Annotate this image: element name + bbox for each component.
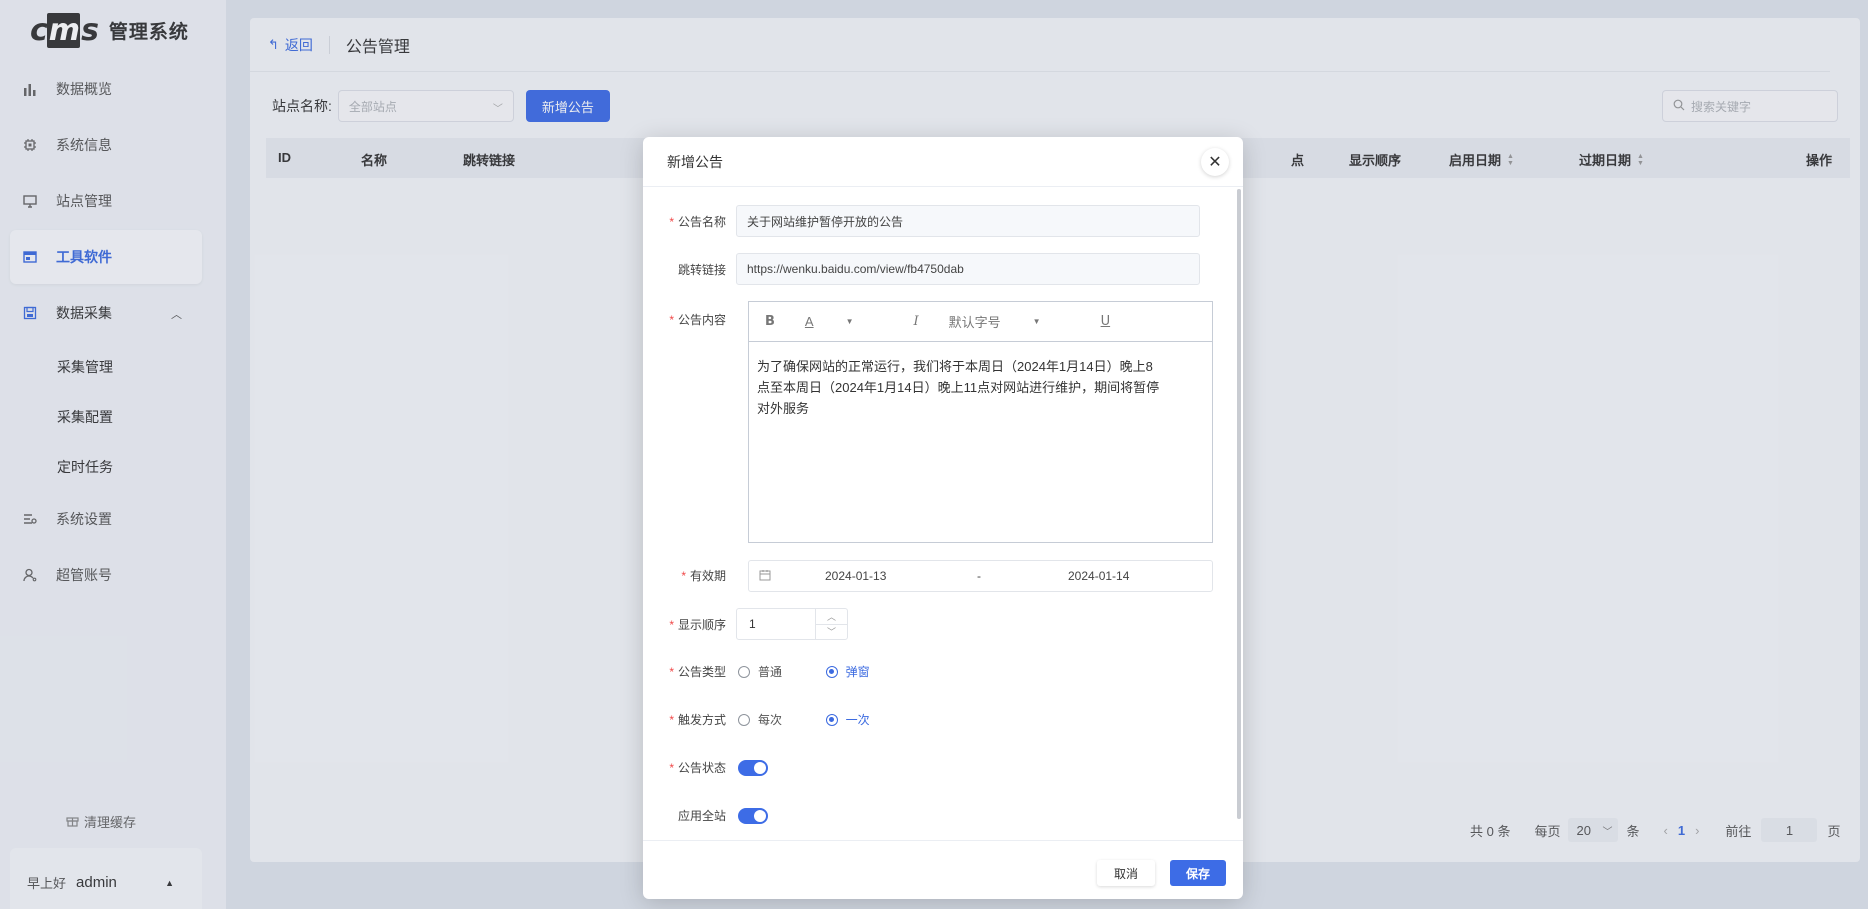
label-text: 触发方式: [677, 713, 726, 727]
form-row-type: * 公告类型 普通 弹窗: [643, 656, 1203, 688]
content-label: * 公告内容: [643, 311, 736, 328]
type-radio-group: 普通 弹窗: [738, 663, 900, 681]
form-row-order: * 显示顺序 1 ︿ ﹀: [643, 608, 1203, 640]
radio-label: 一次: [845, 713, 870, 728]
increment-button[interactable]: ︿: [816, 609, 847, 625]
required-mark: *: [669, 713, 674, 727]
validity-label: * 有效期: [643, 560, 736, 592]
italic-button[interactable]: I: [914, 314, 919, 329]
announcement-name-input[interactable]: 关于网站维护暂停开放的公告: [736, 205, 1200, 237]
radio-circle: [738, 665, 750, 678]
required-mark: *: [669, 617, 674, 632]
type-label: * 公告类型: [643, 656, 736, 688]
dialog-header: 新增公告 ✕: [643, 137, 1243, 187]
label-text: 公告状态: [677, 761, 726, 775]
type-radio-popup[interactable]: 弹窗: [825, 663, 870, 680]
all-sites-label: 应用全站: [677, 809, 726, 823]
name-label: * 公告名称: [643, 213, 736, 230]
status-label: * 公告状态: [643, 752, 736, 784]
content-line: 为了确保网站的正常运行，我们将于本周日（2024年1月14日）晚上8: [757, 359, 1153, 374]
label-text: 有效期: [689, 569, 726, 583]
form-row-name: * 公告名称 关于网站维护暂停开放的公告: [643, 205, 1203, 237]
add-announcement-dialog: 新增公告 ✕ * 公告名称 关于网站维护暂停开放的公告 跳转链接 https://…: [643, 137, 1243, 899]
dialog-title: 新增公告: [667, 153, 723, 170]
form-row-link: 跳转链接 https://wenku.baidu.com/view/fb4750…: [643, 253, 1203, 285]
label-text: 公告内容: [677, 313, 726, 327]
caret-down-icon: ▼: [1032, 317, 1041, 326]
label-text: 公告名称: [677, 214, 726, 229]
date-separator: -: [977, 569, 981, 583]
order-value: 1: [749, 617, 756, 631]
required-mark: *: [669, 761, 674, 775]
radio-label: 普通: [758, 665, 783, 680]
font-size-select[interactable]: 默认字号 ▼: [949, 312, 1071, 331]
underline-button[interactable]: U: [1101, 314, 1111, 329]
close-icon: ✕: [1208, 154, 1222, 171]
calendar-icon: [759, 569, 771, 584]
caret-down-icon: ▼: [845, 317, 854, 326]
trigger-radio-group: 每次 一次: [738, 711, 900, 729]
font-size-label: 默认字号: [948, 315, 1001, 330]
label-text: 显示顺序: [677, 617, 726, 632]
radio-circle: [738, 713, 750, 726]
link-label: 跳转链接: [677, 262, 726, 277]
order-label: * 显示顺序: [643, 616, 736, 633]
type-radio-normal[interactable]: 普通: [738, 663, 782, 680]
form-row-trigger: * 触发方式 每次 一次: [643, 704, 1203, 736]
trigger-label: * 触发方式: [643, 704, 736, 736]
rich-text-editor: B A ▼ I 默认字号 ▼ U 为了确保网站的正常运行，我们将于本周日（2024年…: [748, 301, 1213, 543]
font-color-icon: A: [804, 314, 814, 329]
content-line: 点至本周日（2024年1月14日）晚上11点对网站进行维护，期间将暂停: [757, 380, 1160, 395]
validity-date-range[interactable]: 2024-01-13 - 2024-01-14: [748, 560, 1213, 592]
end-date[interactable]: 2024-01-14: [1068, 569, 1129, 583]
dialog-scrollbar-thumb[interactable]: [1237, 189, 1241, 819]
save-button[interactable]: 保存: [1170, 860, 1226, 886]
radio-label: 每次: [758, 713, 783, 728]
required-mark: *: [669, 214, 674, 229]
radio-label: 弹窗: [845, 665, 870, 680]
stepper-arrows: ︿ ﹀: [815, 609, 847, 639]
radio-circle: [825, 665, 838, 678]
required-mark: *: [669, 313, 674, 327]
cancel-button[interactable]: 取消: [1097, 860, 1155, 886]
status-toggle[interactable]: [738, 760, 768, 776]
decrement-button[interactable]: ﹀: [816, 625, 847, 640]
start-date[interactable]: 2024-01-13: [825, 569, 886, 583]
bold-button[interactable]: B: [765, 314, 775, 329]
content-line: 对外服务: [757, 401, 810, 416]
form-row-all-sites: 应用全站: [643, 800, 1203, 832]
redirect-link-input[interactable]: https://wenku.baidu.com/view/fb4750dab: [736, 253, 1200, 285]
close-button[interactable]: ✕: [1201, 148, 1229, 176]
editor-content[interactable]: 为了确保网站的正常运行，我们将于本周日（2024年1月14日）晚上8 点至本周日…: [749, 342, 1212, 433]
dialog-footer: 取消 保存: [643, 840, 1243, 899]
apply-all-sites-toggle[interactable]: [738, 808, 768, 824]
form-row-status: * 公告状态: [643, 752, 1203, 784]
required-mark: *: [681, 569, 686, 583]
trigger-radio-every-time[interactable]: 每次: [738, 711, 782, 728]
required-mark: *: [669, 665, 674, 679]
display-order-stepper[interactable]: 1 ︿ ﹀: [736, 608, 848, 640]
radio-circle: [825, 713, 838, 726]
editor-toolbar: B A ▼ I 默认字号 ▼ U: [749, 302, 1212, 342]
label-text: 公告类型: [677, 665, 726, 679]
trigger-radio-once[interactable]: 一次: [825, 711, 870, 728]
font-color-button[interactable]: A ▼: [805, 314, 884, 329]
